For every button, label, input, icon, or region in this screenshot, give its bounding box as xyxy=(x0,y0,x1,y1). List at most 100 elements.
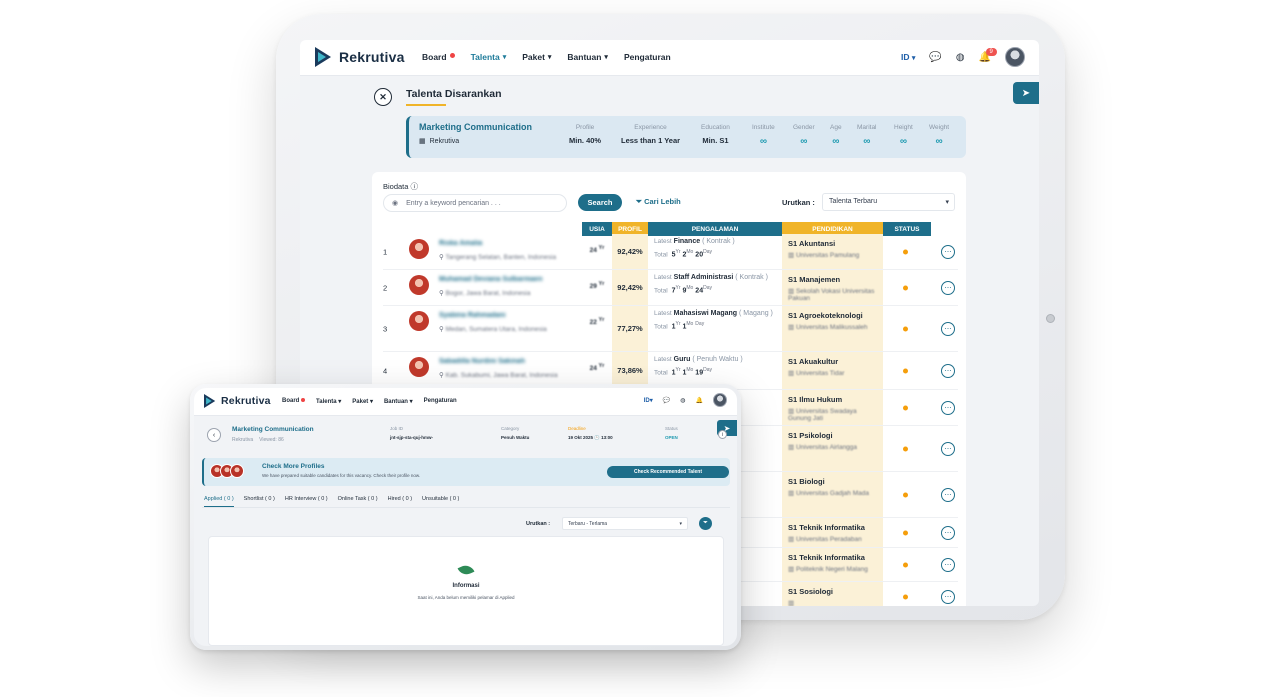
menu-paket-label: Paket xyxy=(522,52,545,62)
talent-name[interactable]: Muhamad Deviana Sulbarmaen xyxy=(439,276,542,283)
more-options-icon[interactable]: ⋯ xyxy=(941,441,955,456)
chevron-down-icon: ▾ xyxy=(338,399,342,405)
advanced-search-link[interactable]: ⏷ Cari Lebih xyxy=(636,197,681,207)
age-unit: Yr xyxy=(598,245,605,251)
status-dot-icon xyxy=(903,405,908,410)
table-row[interactable]: 1 Riska Amalia ⚲ Tangerang Selatan, Banten… xyxy=(383,234,958,270)
chevron-down-icon: ▾ xyxy=(604,54,608,61)
req-key: Profile xyxy=(575,124,595,131)
language-label: ID xyxy=(900,52,910,62)
table-row[interactable]: 2 Muhamad Deviana Sulbarmaen ⚲ Bogor, Jawa… xyxy=(383,270,958,306)
check-recommended-button[interactable]: Check Recommended Talent xyxy=(607,466,729,478)
info-icon[interactable]: i xyxy=(718,430,727,439)
more-options-icon[interactable]: ⋯ xyxy=(941,321,955,336)
status-label: Status xyxy=(665,426,678,431)
candidate-avatars xyxy=(210,464,244,478)
user-avatar[interactable] xyxy=(713,393,727,407)
more-options-icon[interactable]: ⋯ xyxy=(941,280,955,295)
send-icon-button[interactable]: ➤ xyxy=(1013,82,1039,104)
more-options-icon[interactable]: ⋯ xyxy=(941,589,955,604)
unit-yr: Yr xyxy=(675,367,681,373)
chevron-down-icon: ▾ xyxy=(502,54,507,61)
globe-icon[interactable]: ◍ xyxy=(680,397,685,404)
brand-logo[interactable]: Rekrutiva xyxy=(204,394,271,408)
university-icon: ▥ xyxy=(788,566,795,573)
globe-icon[interactable]: ◍ xyxy=(956,52,965,63)
menu-bantuan[interactable]: Bantuan ▾ xyxy=(384,398,413,405)
search-input[interactable]: ◉ Entry a keyword pencarian . . . xyxy=(383,194,567,212)
talent-name[interactable]: Syabina Rahmadani xyxy=(439,312,506,319)
bell-icon[interactable]: 🔔 9 xyxy=(979,47,997,63)
info-icon[interactable]: ⓘ xyxy=(411,182,419,191)
avatar[interactable] xyxy=(409,357,429,377)
university-name: Universitas Peradaban xyxy=(795,536,862,543)
employment-type: ( Kontrak ) xyxy=(735,274,768,281)
location-text: Medan, Sumatera Utara, Indonesia xyxy=(445,326,547,333)
education-cell: S1 Teknik Informatika ▥ Politeknik Negeri… xyxy=(782,548,883,581)
tab-hired[interactable]: Hired ( 0 ) xyxy=(388,496,412,507)
sort-select[interactable]: Terbaru - Terlama ▾ xyxy=(562,517,688,530)
unit-yr: Yr xyxy=(675,321,681,327)
degree: S1 Akuntansi xyxy=(788,239,836,248)
menu-paket[interactable]: Paket ▾ xyxy=(352,398,373,405)
search-button[interactable]: Search xyxy=(578,194,622,211)
tab-shortlist[interactable]: Shortlist ( 0 ) xyxy=(244,496,275,507)
menu-paket[interactable]: Paket ▾ xyxy=(522,52,551,62)
menu-board[interactable]: Board xyxy=(282,398,306,405)
talent-name[interactable]: Sabadilla Nurdini Sakinah xyxy=(439,358,525,365)
more-options-icon[interactable]: ⋯ xyxy=(941,487,955,502)
talent-name[interactable]: Riska Amalia xyxy=(439,240,482,247)
sort-value: Talenta Terbaru xyxy=(829,198,878,205)
more-options-icon[interactable]: ⋯ xyxy=(941,363,955,378)
language-select[interactable]: ID▾ xyxy=(644,397,653,404)
avatar[interactable] xyxy=(409,275,429,295)
more-options-icon[interactable]: ⋯ xyxy=(941,244,955,259)
tab-hr-interview[interactable]: HR Interview ( 0 ) xyxy=(285,496,328,507)
tab-applied[interactable]: Applied ( 0 ) xyxy=(204,496,234,507)
req-key: Education xyxy=(701,124,730,131)
status-dot-icon xyxy=(903,446,908,451)
category-label: Category xyxy=(501,426,520,431)
menu-talenta[interactable]: Talenta ▾ xyxy=(471,52,507,62)
university-icon: ▥ xyxy=(788,408,795,415)
university-icon: ▥ xyxy=(788,536,795,543)
user-avatar[interactable] xyxy=(1005,47,1025,67)
unit-mo: Mo xyxy=(686,249,694,255)
university: ▥ Universitas Malikussaleh xyxy=(788,323,877,331)
sort-select[interactable]: Talenta Terbaru ▾ xyxy=(822,193,955,211)
chat-icon[interactable]: 💬 xyxy=(663,397,670,404)
university-icon: ▥ xyxy=(788,444,795,451)
brand-logo[interactable]: Rekrutiva xyxy=(315,47,405,67)
menu-pengaturan[interactable]: Pengaturan xyxy=(424,398,457,405)
page-title: Talenta Disarankan xyxy=(406,88,502,100)
chat-icon[interactable]: 💬 xyxy=(929,52,941,63)
bell-icon[interactable]: 🔔 xyxy=(696,397,703,404)
table-row[interactable]: 3 Syabina Rahmadani ⚲ Medan, Sumatera Utar… xyxy=(383,306,958,352)
close-icon[interactable]: ✕ xyxy=(374,88,392,106)
avatar[interactable] xyxy=(409,311,429,331)
university-name: Universitas Tidar xyxy=(795,370,845,377)
back-icon[interactable]: ‹ xyxy=(207,428,221,442)
status-dot-icon xyxy=(903,249,908,254)
total-experience: Total 1Yr 1Mo Day xyxy=(654,321,782,330)
language-select[interactable]: ID ▾ xyxy=(901,52,915,62)
tab-unsuitable[interactable]: Unsuitable ( 0 ) xyxy=(422,496,459,507)
menu-pengaturan[interactable]: Pengaturan xyxy=(624,52,671,62)
filter-icon[interactable]: ⏷ xyxy=(699,517,712,530)
tab-divider xyxy=(202,507,730,508)
menu-talenta[interactable]: Talenta ▾ xyxy=(316,398,341,405)
menu-bantuan[interactable]: Bantuan ▾ xyxy=(567,52,608,62)
more-options-icon[interactable]: ⋯ xyxy=(941,400,955,415)
latest-label: Latest xyxy=(654,274,672,281)
university: ▥ Universitas Swadaya Gunung Jati xyxy=(788,407,877,422)
more-options-icon[interactable]: ⋯ xyxy=(941,525,955,540)
tab-online-task[interactable]: Online Task ( 0 ) xyxy=(338,496,378,507)
req-value: Min. S1 xyxy=(702,136,729,145)
menu-board[interactable]: Board xyxy=(422,52,455,62)
university-name: Sekolah Vokasi Universitas Pakuan xyxy=(788,288,875,302)
notification-dot-icon xyxy=(301,398,306,402)
laptop-navbar: Rekrutiva Board Talenta ▾ Paket ▾ Bantua… xyxy=(194,388,737,416)
avatar[interactable] xyxy=(409,239,429,259)
category-value: Penuh Waktu xyxy=(501,435,530,440)
more-options-icon[interactable]: ⋯ xyxy=(941,557,955,572)
